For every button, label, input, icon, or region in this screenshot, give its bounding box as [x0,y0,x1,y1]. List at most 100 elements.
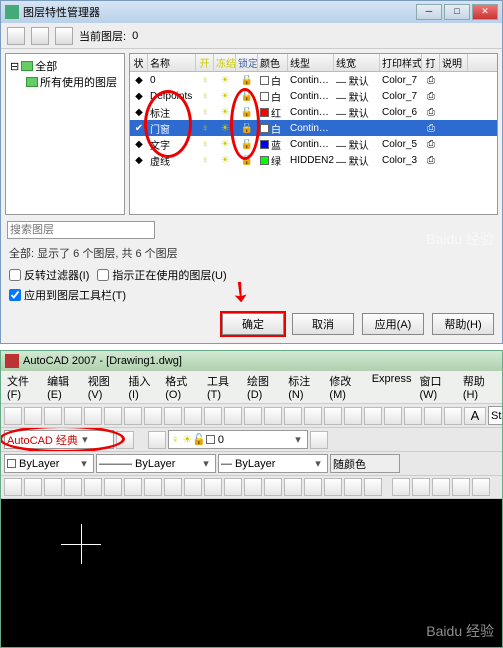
menu-item[interactable]: 编辑(E) [47,373,80,401]
menu-item[interactable]: 标注(N) [288,373,321,401]
menu-item[interactable]: 视图(V) [88,373,121,401]
dc-icon[interactable] [344,407,362,425]
workspace-combo[interactable]: AutoCAD 经典▾ [4,430,114,449]
revcloud-icon[interactable] [144,478,162,496]
cut-icon[interactable] [124,407,142,425]
layer-row[interactable]: ◆0♀☀🔓白Contin…— 默认Color_7⎙ [130,72,497,88]
layer-row[interactable]: ◆虚线♀☀🔓绿HIDDEN2— 默认Color_3⎙ [130,152,497,168]
col-on[interactable]: 开 [196,54,214,71]
layer-row[interactable]: ✔门窗♀☀🔓白Contin…⎙ [130,120,497,136]
point-icon[interactable] [264,478,282,496]
zoom-prev-icon[interactable] [304,407,322,425]
textstyle-icon[interactable]: A [464,407,486,425]
menu-item[interactable]: 修改(M) [329,373,363,401]
layer-row[interactable]: ◆标注♀☀🔓红Contin…— 默认Color_6⎙ [130,104,497,120]
col-freeze[interactable]: 冻结 [214,54,236,71]
layer-manager-icon[interactable] [148,431,166,449]
indicate-in-use-checkbox[interactable]: 指示正在使用的图层(U) [97,267,226,283]
col-linetype[interactable]: 线型 [288,54,334,71]
acad-titlebar[interactable]: AutoCAD 2007 - [Drawing1.dwg] [1,351,502,371]
line-icon[interactable] [4,478,22,496]
undo-icon[interactable] [204,407,222,425]
open-icon[interactable] [24,407,42,425]
new-group-button[interactable] [31,27,49,45]
hatch-icon[interactable] [284,478,302,496]
area-icon[interactable] [412,478,430,496]
col-color[interactable]: 颜色 [258,54,288,71]
rectangle-icon[interactable] [84,478,102,496]
dist-icon[interactable] [392,478,410,496]
layer-row[interactable]: ◆文字♀☀🔓蓝Contin…— 默认Color_5⎙ [130,136,497,152]
layer-grid[interactable]: 状 名称 开 冻结 锁定 颜色 线型 线宽 打印样式 打 说明 ◆0♀☀🔓白Co… [129,53,498,215]
menu-item[interactable]: Express [372,373,412,401]
xline-icon[interactable] [24,478,42,496]
layer-prev-icon[interactable] [310,431,328,449]
invert-filter-checkbox[interactable]: 反转过滤器(I) [9,267,89,283]
save-icon[interactable] [44,407,62,425]
arc-icon[interactable] [104,478,122,496]
layer-combo[interactable]: ♀ ☀ 🔓 0 ▾ [168,430,308,449]
match-icon[interactable] [184,407,202,425]
ellipse-icon[interactable] [184,478,202,496]
print-icon[interactable] [64,407,82,425]
menu-item[interactable]: 插入(I) [128,373,157,401]
color-combo[interactable]: ByLayer▾ [4,454,94,473]
list-icon[interactable] [452,478,470,496]
search-layer-input[interactable] [7,221,155,239]
tree-child[interactable]: 所有使用的图层 [26,74,120,90]
polygon-icon[interactable] [64,478,82,496]
publish-icon[interactable] [104,407,122,425]
menu-item[interactable]: 帮助(H) [463,373,496,401]
pan-icon[interactable] [244,407,262,425]
new-icon[interactable] [4,407,22,425]
minimize-button[interactable]: ─ [416,4,442,20]
col-plotstyle[interactable]: 打印样式 [380,54,422,71]
titlebar[interactable]: 图层特性管理器 ─ □ ✕ [1,1,502,23]
maximize-button[interactable]: □ [444,4,470,20]
menu-item[interactable]: 格式(O) [165,373,199,401]
block-icon[interactable] [244,478,262,496]
col-lock[interactable]: 锁定 [236,54,258,71]
apply-button[interactable]: 应用(A) [362,313,424,335]
pline-icon[interactable] [44,478,62,496]
linetype-combo[interactable]: ———ByLayer▾ [96,454,216,473]
circle-icon[interactable] [124,478,142,496]
properties-icon[interactable] [324,407,342,425]
preview-icon[interactable] [84,407,102,425]
table-icon[interactable] [344,478,362,496]
copy-icon[interactable] [144,407,162,425]
menu-item[interactable]: 绘图(D) [247,373,280,401]
lineweight-combo[interactable]: —ByLayer▾ [218,454,328,473]
region-icon[interactable] [324,478,342,496]
paste-icon[interactable] [164,407,182,425]
cancel-button[interactable]: 取消 [292,313,354,335]
sheet-icon[interactable] [384,407,402,425]
new-filter-button[interactable] [7,27,25,45]
menu-bar[interactable]: 文件(F) 编辑(E) 视图(V)插入(I) 格式(O) 工具(T) 绘图(D) 标注(N)… [1,371,502,404]
ok-button[interactable]: 确定 [222,313,284,335]
col-status[interactable]: 状 [130,54,148,71]
close-button[interactable]: ✕ [472,4,498,20]
mtext-icon[interactable] [364,478,382,496]
insert-icon[interactable] [224,478,242,496]
plotstyle-combo[interactable]: 随颜色 [330,454,400,473]
col-lineweight[interactable]: 线宽 [334,54,380,71]
menu-item[interactable]: 窗口(W) [419,373,454,401]
spline-icon[interactable] [164,478,182,496]
zoom-window-icon[interactable] [284,407,302,425]
workspace-settings-icon[interactable] [116,431,134,449]
menu-item[interactable]: 工具(T) [207,373,239,401]
drawing-viewport[interactable]: Baidu 经验 [1,499,502,647]
id-icon[interactable] [472,478,490,496]
help-button[interactable]: 帮助(H) [432,313,494,335]
states-button[interactable] [55,27,73,45]
filter-tree[interactable]: ⊟ 全部 所有使用的图层 [5,53,125,215]
menu-item[interactable]: 文件(F) [7,373,39,401]
region-mass-icon[interactable] [432,478,450,496]
layer-row[interactable]: ◆Defpoints♀☀🔓白Contin…— 默认Color_7⎙ [130,88,497,104]
help-icon[interactable] [444,407,462,425]
col-name[interactable]: 名称 [148,54,196,71]
tree-root[interactable]: ⊟ 全部 [10,58,120,74]
col-plot[interactable]: 打 [422,54,440,71]
apply-toolbar-checkbox[interactable]: 应用到图层工具栏(T) [9,287,126,303]
